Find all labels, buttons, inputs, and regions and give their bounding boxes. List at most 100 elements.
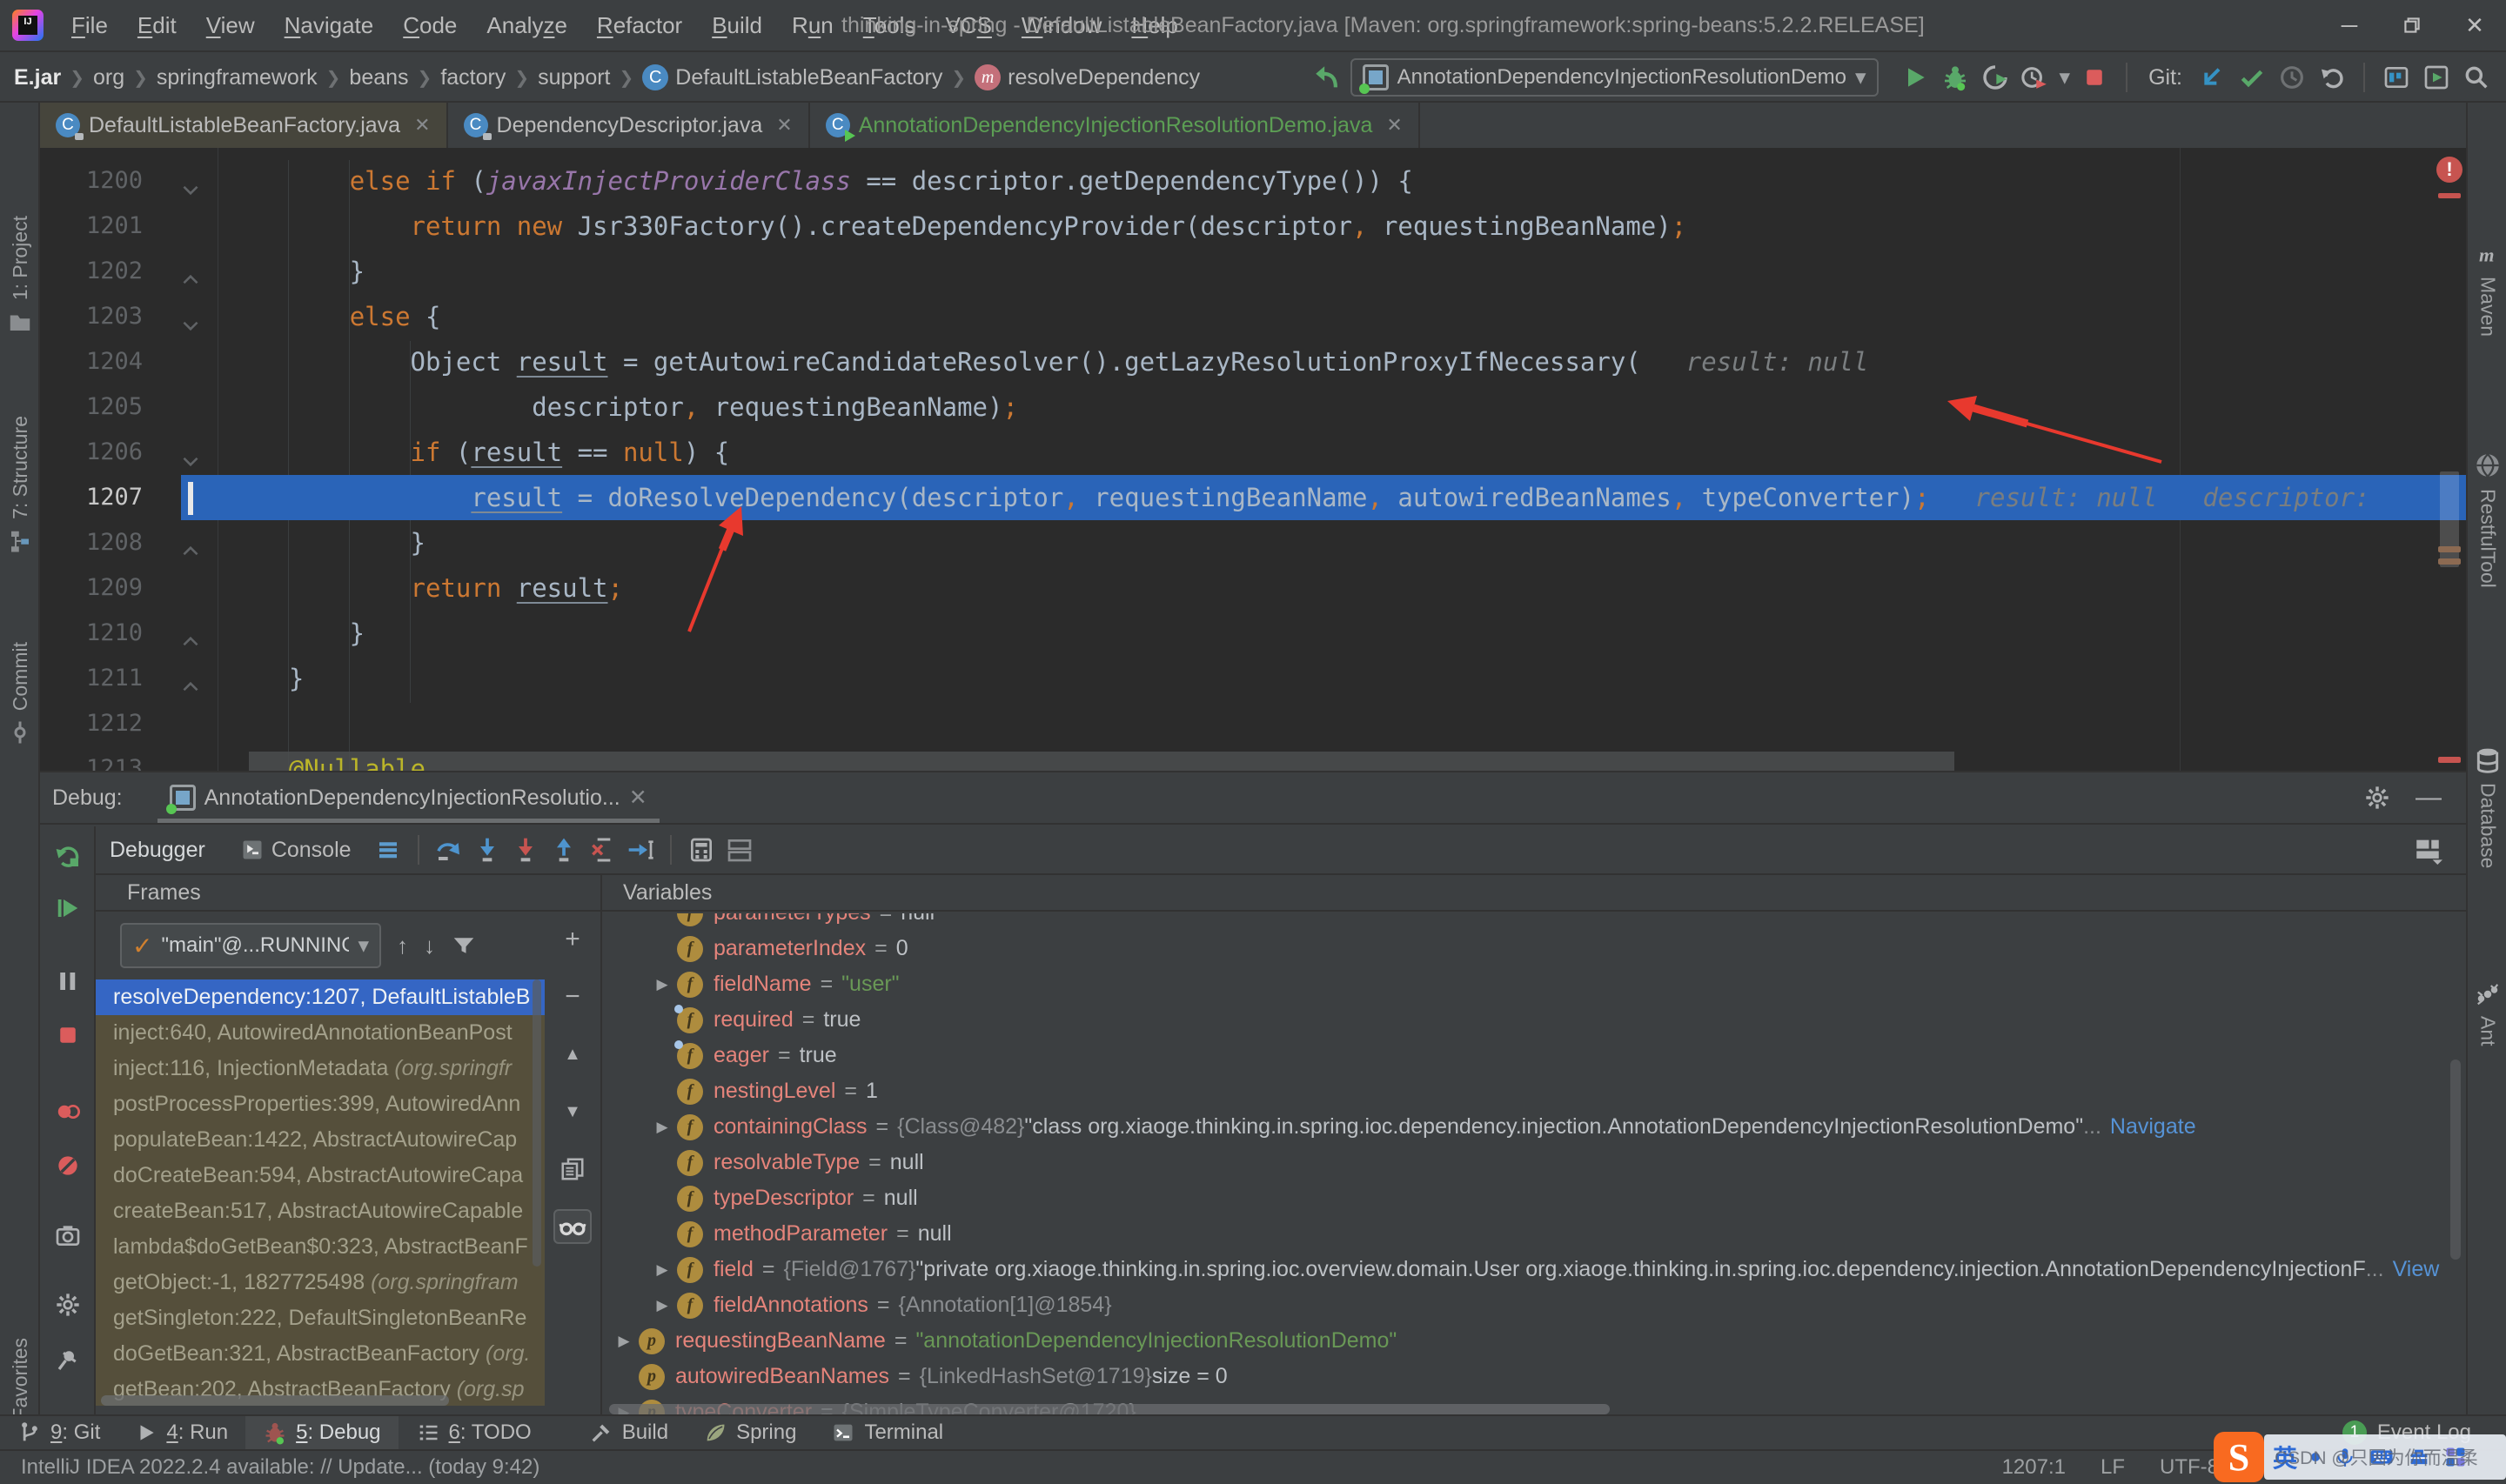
stack-frame[interactable]: inject:640, AutowiredAnnotationBeanPost bbox=[96, 1015, 545, 1051]
layout-menu-button[interactable] bbox=[372, 834, 404, 866]
history-button[interactable] bbox=[2276, 62, 2308, 93]
run-configuration-selector[interactable]: AnnotationDependencyInjectionResolutionD… bbox=[1350, 58, 1879, 97]
stop-button[interactable] bbox=[2079, 62, 2110, 93]
run-anything-button[interactable] bbox=[2421, 62, 2452, 93]
tool-window-button-ant[interactable]: Ant bbox=[2468, 981, 2506, 1046]
breadcrumb-item[interactable]: m resolveDependency bbox=[969, 63, 1205, 92]
stack-frame[interactable]: populateBean:1422, AbstractAutowireCap bbox=[96, 1122, 545, 1158]
tool-window-button-spring[interactable]: Spring bbox=[686, 1416, 814, 1449]
run-to-cursor-button[interactable] bbox=[625, 834, 656, 866]
tool-window-button-maven[interactable]: m Maven bbox=[2468, 242, 2506, 338]
variables-scrollbar[interactable] bbox=[2450, 1060, 2461, 1260]
variable-row[interactable]: f methodParameter = null bbox=[602, 1216, 2464, 1252]
tool-window-button-todo[interactable]: 6: TODO bbox=[399, 1416, 549, 1449]
editor-tab[interactable]: C DefaultListableBeanFactory.java ✕ bbox=[40, 103, 448, 153]
watches-glasses-icon[interactable] bbox=[553, 1209, 592, 1244]
code-line-1212[interactable]: 1212 bbox=[40, 701, 2466, 746]
menu-edit[interactable]: Edit bbox=[125, 7, 189, 44]
thread-dropdown[interactable]: ✓ "main"@...RUNNING ▾ bbox=[120, 923, 381, 968]
tool-window-button-restfultool[interactable]: RestfulTool bbox=[2468, 451, 2506, 588]
code-line-1207[interactable]: 1207 result = doResolveDependency(descri… bbox=[40, 475, 2466, 520]
breadcrumb-item[interactable]: org bbox=[88, 64, 130, 92]
close-tab-icon[interactable]: ✕ bbox=[1386, 114, 1402, 137]
stack-frame[interactable]: getObject:-1, 1827725498 (org.springfram bbox=[96, 1265, 545, 1300]
variable-row[interactable]: f required = true bbox=[602, 1002, 2464, 1038]
fold-marker-icon[interactable] bbox=[179, 531, 202, 577]
code-line-1209[interactable]: 1209 return result; bbox=[40, 565, 2466, 611]
stop-button[interactable] bbox=[52, 1019, 84, 1051]
stack-frame[interactable]: postProcessProperties:399, AutowiredAnn bbox=[96, 1086, 545, 1122]
back-arrow-icon[interactable] bbox=[1312, 63, 1342, 92]
variable-row[interactable]: ▶ p requestingBeanName = "annotationDependen… bbox=[602, 1323, 2464, 1359]
menu-analyze[interactable]: Analyze bbox=[474, 7, 580, 44]
breadcrumb-item[interactable]: springframework bbox=[151, 64, 323, 92]
evaluate-button[interactable] bbox=[686, 834, 717, 866]
camera-button[interactable] bbox=[52, 1220, 84, 1251]
variables-hscrollbar[interactable] bbox=[609, 1404, 1610, 1414]
breadcrumb-item[interactable]: beans bbox=[344, 64, 413, 92]
variable-row[interactable]: f nestingLevel = 1 bbox=[602, 1073, 2464, 1109]
variable-row[interactable]: f eager = true bbox=[602, 1038, 2464, 1073]
drop-frame-button[interactable] bbox=[586, 834, 618, 866]
sogou-logo-icon[interactable]: S bbox=[2214, 1432, 2264, 1482]
layout-rows-button[interactable] bbox=[724, 834, 755, 866]
variable-link[interactable]: View bbox=[2393, 1252, 2440, 1287]
fold-marker-icon[interactable] bbox=[179, 305, 202, 351]
fold-marker-icon[interactable] bbox=[179, 622, 202, 667]
stack-frame[interactable]: resolveDependency:1207, DefaultListableB bbox=[96, 979, 545, 1015]
stack-frame[interactable]: inject:116, InjectionMetadata (org.sprin… bbox=[96, 1051, 545, 1086]
breadcrumb-item[interactable]: support bbox=[533, 64, 615, 92]
variable-row[interactable]: ▶ f field = {Field@1767} "private org.xiaoge… bbox=[602, 1252, 2464, 1287]
code-line-1205[interactable]: 1205 descriptor, requestingBeanName); bbox=[40, 384, 2466, 430]
code-line-1202[interactable]: 1202 } bbox=[40, 249, 2466, 294]
variable-row[interactable]: f typeDescriptor = null bbox=[602, 1180, 2464, 1216]
rerun-button[interactable] bbox=[52, 840, 84, 872]
expander-icon[interactable]: ▶ bbox=[647, 1252, 677, 1287]
tool-window-button-debug[interactable]: 5: Debug bbox=[245, 1416, 399, 1449]
code-line-1206[interactable]: 1206 if (result == null) { bbox=[40, 430, 2466, 475]
tool-cols-button[interactable] bbox=[2381, 62, 2412, 93]
code-line-1200[interactable]: 1200 else if (javaxInjectProviderClass =… bbox=[40, 158, 2466, 204]
next-frame-icon[interactable]: ↓ bbox=[424, 933, 435, 959]
profiler-dropdown-icon[interactable]: ▾ bbox=[2060, 64, 2071, 90]
view-breakpoints-button[interactable] bbox=[52, 1096, 84, 1127]
gear-button[interactable] bbox=[52, 1289, 84, 1320]
fold-marker-icon[interactable] bbox=[179, 260, 202, 305]
tool-window-button-run[interactable]: 4: Run bbox=[117, 1416, 245, 1449]
step-over-button[interactable] bbox=[433, 834, 465, 866]
gear-icon[interactable] bbox=[2363, 784, 2391, 812]
close-session-icon[interactable]: ✕ bbox=[629, 785, 647, 811]
stack-frame[interactable]: doCreateBean:594, AbstractAutowireCapa bbox=[96, 1158, 545, 1193]
caret-position[interactable]: 1207:1 bbox=[2002, 1455, 2066, 1480]
add-watch-icon[interactable]: + bbox=[553, 922, 592, 957]
variable-row[interactable]: ▶ f fieldName = "user" bbox=[602, 966, 2464, 1002]
layout-settings-button[interactable] bbox=[2412, 834, 2443, 866]
variable-row[interactable]: fparameterTypes=null bbox=[602, 913, 2464, 931]
close-button[interactable]: ✕ bbox=[2443, 1, 2506, 50]
editor-tab[interactable]: C AnnotationDependencyInjectionResolution… bbox=[810, 103, 1420, 148]
tool-window-button-terminal[interactable]: Terminal bbox=[814, 1416, 961, 1449]
stack-frame[interactable]: doGetBean:321, AbstractBeanFactory (org. bbox=[96, 1336, 545, 1372]
breadcrumb-item[interactable]: factory bbox=[435, 64, 511, 92]
tool-window-button-structure[interactable]: 7: Structure bbox=[0, 416, 40, 554]
variable-row[interactable]: f resolvableType = null bbox=[602, 1145, 2464, 1180]
stack-frame[interactable]: getSingleton:222, DefaultSingletonBeanRe bbox=[96, 1300, 545, 1336]
variable-row[interactable]: ▶ f fieldAnnotations = {Annotation[1]@1854} bbox=[602, 1287, 2464, 1323]
file-encoding[interactable]: UTF-8 bbox=[2160, 1455, 2219, 1480]
frames-scrollbar[interactable] bbox=[533, 979, 541, 1267]
pause-button[interactable] bbox=[52, 966, 84, 997]
menu-build[interactable]: Build bbox=[700, 7, 774, 44]
stack-frame[interactable]: createBean:517, AbstractAutowireCapable bbox=[96, 1193, 545, 1229]
tool-window-button-git[interactable]: 9: Git bbox=[0, 1416, 117, 1449]
close-tab-icon[interactable]: ✕ bbox=[776, 114, 792, 137]
code-line-1203[interactable]: 1203 else { bbox=[40, 294, 2466, 339]
variable-link[interactable]: Navigate bbox=[2110, 1109, 2196, 1145]
code-line-1210[interactable]: 1210 } bbox=[40, 611, 2466, 656]
move-down-icon[interactable]: ▼ bbox=[553, 1094, 592, 1129]
code-line-1213[interactable]: 1213 @Nullable bbox=[40, 746, 2466, 771]
tab-console[interactable]: Console bbox=[226, 838, 365, 863]
hide-panel-icon[interactable]: — bbox=[2416, 783, 2442, 812]
expander-icon[interactable]: ▶ bbox=[609, 1323, 639, 1359]
maximize-button[interactable] bbox=[2381, 1, 2443, 50]
coverage-button[interactable] bbox=[1980, 62, 2011, 93]
